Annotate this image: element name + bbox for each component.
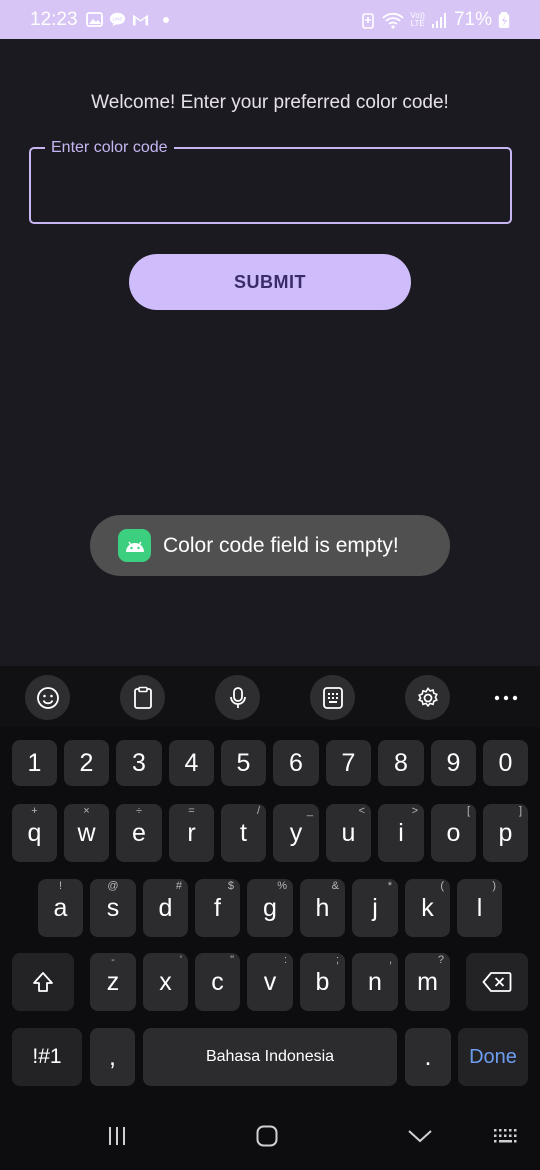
shift-key[interactable] bbox=[12, 953, 74, 1011]
key-h[interactable]: & h bbox=[300, 879, 345, 937]
key-b[interactable]: ; b bbox=[300, 953, 345, 1011]
key-j[interactable]: * j bbox=[352, 879, 398, 937]
color-code-input[interactable] bbox=[31, 149, 510, 222]
battery-saver-icon bbox=[359, 12, 376, 29]
back-icon[interactable] bbox=[400, 1120, 440, 1152]
key-i[interactable]: > i bbox=[378, 804, 424, 862]
battery-icon bbox=[498, 11, 510, 29]
key-0[interactable]: 0 bbox=[483, 740, 528, 786]
key-6[interactable]: 6 bbox=[273, 740, 319, 786]
key-4[interactable]: 4 bbox=[169, 740, 214, 786]
key-e[interactable]: ÷ e bbox=[116, 804, 162, 862]
key-5[interactable]: 5 bbox=[221, 740, 266, 786]
notification-dot bbox=[163, 16, 169, 23]
done-key[interactable]: Done bbox=[458, 1028, 528, 1086]
navigation-bar bbox=[0, 1100, 540, 1170]
more-icon[interactable] bbox=[490, 675, 522, 720]
key-p[interactable]: ] p bbox=[483, 804, 528, 862]
key-o[interactable]: [o bbox=[431, 804, 476, 862]
color-code-field[interactable] bbox=[29, 147, 512, 224]
key-d[interactable]: # d bbox=[143, 879, 188, 937]
volte-label: Vo)) LTE bbox=[410, 11, 425, 28]
microphone-icon[interactable] bbox=[215, 675, 260, 720]
settings-icon[interactable] bbox=[405, 675, 450, 720]
color-code-label: Enter color code bbox=[45, 139, 174, 157]
key-y[interactable]: _ y bbox=[273, 804, 319, 862]
comma-key[interactable]: , bbox=[90, 1028, 135, 1086]
key-3[interactable]: 3 bbox=[116, 740, 162, 786]
period-key[interactable]: . bbox=[405, 1028, 451, 1086]
key-v[interactable]: :v bbox=[247, 953, 293, 1011]
backspace-icon bbox=[482, 972, 512, 992]
key-f[interactable]: $ f bbox=[195, 879, 240, 937]
key-1[interactable]: 1 bbox=[12, 740, 57, 786]
key-s[interactable]: @ s bbox=[90, 879, 136, 937]
signal-icon bbox=[431, 12, 448, 29]
key-z[interactable]: -z bbox=[90, 953, 136, 1011]
system-icons: Vo)) LTE 71% bbox=[359, 9, 510, 31]
keyboard-toolbar bbox=[0, 666, 540, 727]
welcome-text: Welcome! Enter your preferred color code… bbox=[91, 92, 449, 113]
home-icon[interactable] bbox=[247, 1120, 287, 1152]
space-key[interactable]: Bahasa Indonesia bbox=[143, 1028, 397, 1086]
key-c[interactable]: " c bbox=[195, 953, 240, 1011]
gallery-icon bbox=[86, 11, 103, 28]
symbols-key[interactable]: !#1 bbox=[12, 1028, 82, 1086]
status-bar: 12:23 LINE Vo)) LTE 71% bbox=[0, 0, 540, 39]
notification-icons: LINE bbox=[86, 11, 169, 28]
key-9[interactable]: 9 bbox=[431, 740, 476, 786]
key-r[interactable]: = r bbox=[169, 804, 214, 862]
status-time: 12:23 bbox=[30, 9, 78, 30]
clipboard-icon[interactable] bbox=[120, 675, 165, 720]
android-icon bbox=[118, 529, 151, 562]
svg-text:LINE: LINE bbox=[113, 16, 123, 21]
key-k[interactable]: (k bbox=[405, 879, 450, 937]
toast-message: Color code field is empty! bbox=[163, 533, 399, 557]
keyboard: 1 2 3 4 5 6 7 8 9 0 + q × w ÷ e = r / t _ y < u… bbox=[0, 727, 540, 1100]
toast: Color code field is empty! bbox=[90, 515, 450, 576]
key-u[interactable]: < u bbox=[326, 804, 371, 862]
key-x[interactable]: ' x bbox=[143, 953, 188, 1011]
backspace-key[interactable] bbox=[466, 953, 528, 1011]
line-icon: LINE bbox=[109, 11, 126, 28]
key-8[interactable]: 8 bbox=[378, 740, 424, 786]
key-t[interactable]: / t bbox=[221, 804, 266, 862]
keypad-icon[interactable] bbox=[310, 675, 355, 720]
key-q[interactable]: + q bbox=[12, 804, 57, 862]
key-2[interactable]: 2 bbox=[64, 740, 109, 786]
recents-icon[interactable] bbox=[97, 1120, 137, 1152]
key-w[interactable]: × w bbox=[64, 804, 109, 862]
key-a[interactable]: ! a bbox=[38, 879, 83, 937]
key-m[interactable]: ? m bbox=[405, 953, 450, 1011]
key-l[interactable]: ) l bbox=[457, 879, 502, 937]
shift-icon bbox=[33, 972, 53, 992]
emoji-icon[interactable] bbox=[25, 675, 70, 720]
key-n[interactable]: ,n bbox=[352, 953, 398, 1011]
wifi-icon bbox=[382, 12, 404, 29]
key-g[interactable]: % g bbox=[247, 879, 293, 937]
gmail-icon bbox=[132, 11, 149, 28]
keyboard-switch-icon[interactable] bbox=[486, 1120, 526, 1152]
battery-percent: 71% bbox=[453, 9, 492, 30]
key-7[interactable]: 7 bbox=[326, 740, 371, 786]
submit-button[interactable]: SUBMIT bbox=[129, 254, 411, 310]
